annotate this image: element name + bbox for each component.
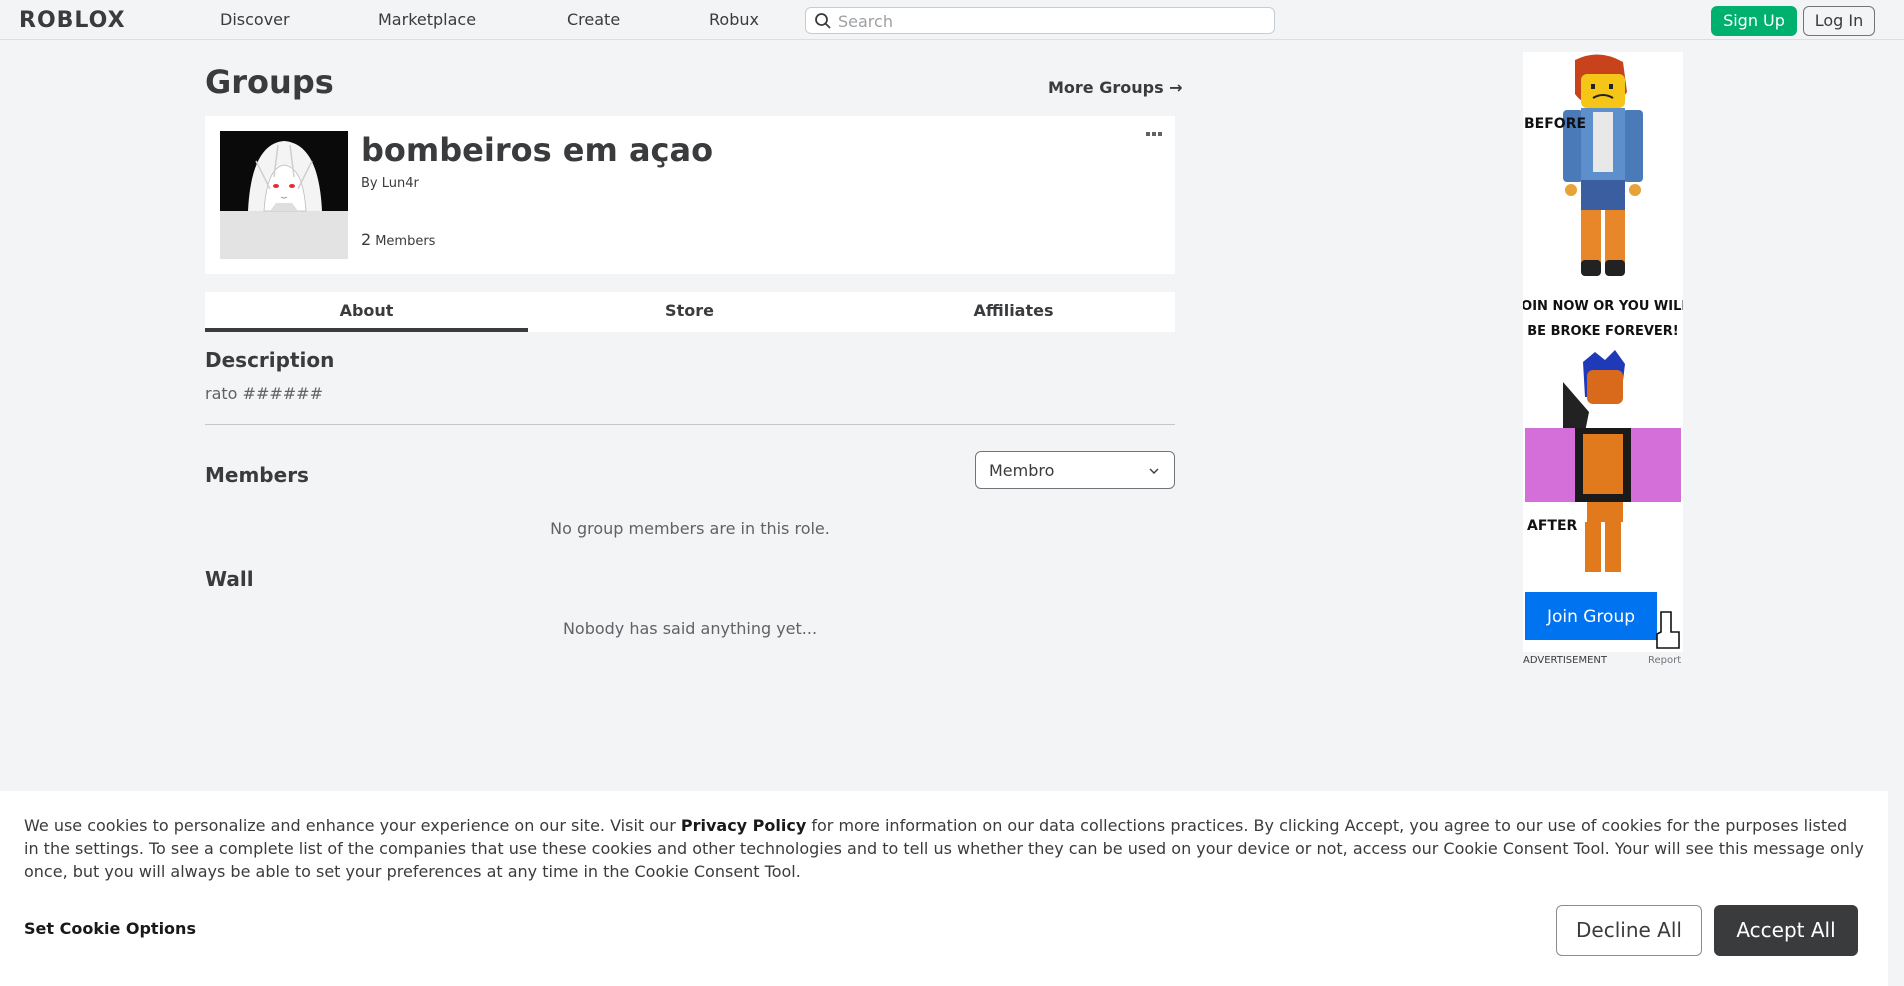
ad-join-button-text: Join Group (1546, 607, 1635, 627)
role-dropdown[interactable]: Membro (975, 451, 1175, 489)
search-box[interactable] (805, 7, 1275, 34)
nav-discover[interactable]: Discover (220, 10, 290, 29)
tab-store[interactable]: Store (528, 292, 851, 332)
accept-all-button[interactable]: Accept All (1714, 905, 1858, 956)
cookie-consent-banner: We use cookies to personalize and enhanc… (0, 791, 1888, 986)
log-in-button[interactable]: Log In (1803, 6, 1875, 36)
group-emblem (220, 131, 348, 259)
ad-after-text: AFTER (1527, 518, 1578, 534)
nav-create[interactable]: Create (567, 10, 620, 29)
group-header-card: bombeiros em açao By Lun4r 2 Members (205, 116, 1175, 274)
description-heading: Description (205, 348, 335, 372)
cookie-text-part1: We use cookies to personalize and enhanc… (24, 816, 681, 835)
set-cookie-options-link[interactable]: Set Cookie Options (24, 919, 196, 938)
ad-caption: ADVERTISEMENT (1523, 655, 1608, 666)
group-name: bombeiros em açao (361, 131, 714, 169)
owner-link[interactable]: Lun4r (382, 176, 419, 191)
search-input[interactable] (838, 10, 1258, 32)
nav-robux[interactable]: Robux (709, 10, 759, 29)
ad-before-text: BEFORE (1524, 116, 1586, 132)
section-divider (205, 424, 1175, 425)
member-count-label: Members (375, 234, 436, 249)
cookie-message: We use cookies to personalize and enhanc… (24, 814, 1864, 883)
more-groups-link[interactable]: More Groups → (1048, 78, 1183, 97)
group-owner: By Lun4r (361, 176, 419, 191)
chevron-down-icon (1149, 468, 1159, 474)
tab-affiliates[interactable]: Affiliates (852, 292, 1175, 332)
member-count-value: 2 (361, 230, 372, 249)
decline-all-button[interactable]: Decline All (1556, 905, 1702, 956)
description-text: rato ###### (205, 384, 323, 403)
ad-report-link[interactable]: Report (1648, 655, 1681, 666)
role-dropdown-value: Membro (989, 461, 1055, 480)
scrollbar[interactable] (1888, 40, 1904, 986)
page-title: Groups (205, 63, 334, 101)
group-tabs: About Store Affiliates (205, 292, 1175, 332)
nav-marketplace[interactable]: Marketplace (378, 10, 476, 29)
wall-heading: Wall (205, 567, 254, 591)
owner-prefix: By (361, 176, 378, 191)
members-heading: Members (205, 463, 309, 487)
more-options-icon[interactable] (1145, 130, 1163, 138)
group-member-count: 2 Members (361, 230, 435, 249)
ad-headline-line2: BE BROKE FOREVER! (1527, 324, 1678, 339)
members-empty-message: No group members are in this role. (550, 519, 830, 538)
search-icon (815, 13, 831, 29)
ad-headline-line1: JOIN NOW OR YOU WILL (1523, 299, 1683, 314)
advertisement-banner[interactable]: BEFORE JOIN NOW OR YOU WILL BE BROKE FOR… (1523, 52, 1683, 652)
top-navigation-bar: ROBLOX Discover Marketplace Create Robux… (0, 0, 1904, 40)
tab-about[interactable]: About (205, 292, 528, 332)
roblox-logo[interactable]: ROBLOX (19, 8, 126, 33)
sign-up-button[interactable]: Sign Up (1711, 6, 1797, 36)
privacy-policy-link[interactable]: Privacy Policy (681, 816, 806, 835)
wall-empty-message: Nobody has said anything yet... (562, 619, 818, 638)
